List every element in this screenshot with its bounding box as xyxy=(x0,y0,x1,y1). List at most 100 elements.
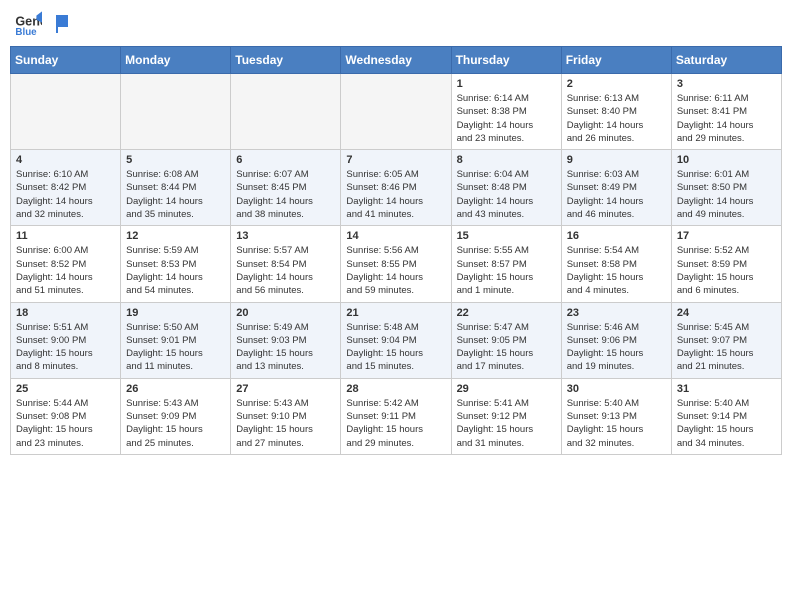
day-number: 9 xyxy=(567,154,666,166)
day-number: 28 xyxy=(346,383,445,395)
calendar-cell: 31 Sunrise: 5:40 AM Sunset: 9:14 PM Dayli… xyxy=(671,378,781,454)
day-info: Sunrise: 5:43 AM Sunset: 9:09 PM Dayligh… xyxy=(126,397,225,450)
weekday-header-tuesday: Tuesday xyxy=(231,47,341,74)
page-header: General Blue xyxy=(10,10,782,38)
day-info: Sunrise: 6:04 AM Sunset: 8:48 PM Dayligh… xyxy=(457,168,556,221)
day-info: Sunrise: 6:10 AM Sunset: 8:42 PM Dayligh… xyxy=(16,168,115,221)
day-info: Sunrise: 6:08 AM Sunset: 8:44 PM Dayligh… xyxy=(126,168,225,221)
day-number: 2 xyxy=(567,78,666,90)
calendar-cell xyxy=(11,74,121,150)
day-number: 27 xyxy=(236,383,335,395)
calendar-cell: 25 Sunrise: 5:44 AM Sunset: 9:08 PM Dayli… xyxy=(11,378,121,454)
weekday-header-sunday: Sunday xyxy=(11,47,121,74)
weekday-header-saturday: Saturday xyxy=(671,47,781,74)
day-info: Sunrise: 6:14 AM Sunset: 8:38 PM Dayligh… xyxy=(457,92,556,145)
day-info: Sunrise: 5:52 AM Sunset: 8:59 PM Dayligh… xyxy=(677,244,776,297)
day-number: 14 xyxy=(346,230,445,242)
day-number: 1 xyxy=(457,78,556,90)
day-info: Sunrise: 5:51 AM Sunset: 9:00 PM Dayligh… xyxy=(16,321,115,374)
svg-text:Blue: Blue xyxy=(15,27,37,38)
weekday-header-thursday: Thursday xyxy=(451,47,561,74)
calendar-cell: 10Sunrise: 6:01 AM Sunset: 8:50 PM Dayli… xyxy=(671,150,781,226)
day-info: Sunrise: 5:57 AM Sunset: 8:54 PM Dayligh… xyxy=(236,244,335,297)
calendar-cell: 8 Sunrise: 6:04 AM Sunset: 8:48 PM Daylig… xyxy=(451,150,561,226)
calendar-cell: 28 Sunrise: 5:42 AM Sunset: 9:11 PM Dayli… xyxy=(341,378,451,454)
calendar-week-row: 1 Sunrise: 6:14 AM Sunset: 8:38 PM Daylig… xyxy=(11,74,782,150)
day-number: 17 xyxy=(677,230,776,242)
day-info: Sunrise: 5:48 AM Sunset: 9:04 PM Dayligh… xyxy=(346,321,445,374)
day-info: Sunrise: 5:46 AM Sunset: 9:06 PM Dayligh… xyxy=(567,321,666,374)
day-number: 29 xyxy=(457,383,556,395)
calendar-cell: 17 Sunrise: 5:52 AM Sunset: 8:59 PM Dayli… xyxy=(671,226,781,302)
calendar-cell xyxy=(121,74,231,150)
day-number: 11 xyxy=(16,230,115,242)
calendar-week-row: 25 Sunrise: 5:44 AM Sunset: 9:08 PM Dayli… xyxy=(11,378,782,454)
day-number: 15 xyxy=(457,230,556,242)
day-number: 30 xyxy=(567,383,666,395)
day-info: Sunrise: 5:44 AM Sunset: 9:08 PM Dayligh… xyxy=(16,397,115,450)
day-number: 3 xyxy=(677,78,776,90)
calendar-cell: 12 Sunrise: 5:59 AM Sunset: 8:53 PM Dayli… xyxy=(121,226,231,302)
day-number: 12 xyxy=(126,230,225,242)
calendar-cell: 6 Sunrise: 6:07 AM Sunset: 8:45 PM Daylig… xyxy=(231,150,341,226)
calendar-week-row: 11 Sunrise: 6:00 AM Sunset: 8:52 PM Dayli… xyxy=(11,226,782,302)
day-info: Sunrise: 5:59 AM Sunset: 8:53 PM Dayligh… xyxy=(126,244,225,297)
calendar-week-row: 4 Sunrise: 6:10 AM Sunset: 8:42 PM Daylig… xyxy=(11,150,782,226)
day-number: 20 xyxy=(236,307,335,319)
day-number: 31 xyxy=(677,383,776,395)
logo: General Blue xyxy=(14,10,68,38)
calendar-cell: 20 Sunrise: 5:49 AM Sunset: 9:03 PM Dayli… xyxy=(231,302,341,378)
day-info: Sunrise: 5:56 AM Sunset: 8:55 PM Dayligh… xyxy=(346,244,445,297)
day-number: 8 xyxy=(457,154,556,166)
calendar-cell: 4 Sunrise: 6:10 AM Sunset: 8:42 PM Daylig… xyxy=(11,150,121,226)
weekday-header-monday: Monday xyxy=(121,47,231,74)
day-number: 6 xyxy=(236,154,335,166)
calendar-cell: 11 Sunrise: 6:00 AM Sunset: 8:52 PM Dayli… xyxy=(11,226,121,302)
day-info: Sunrise: 5:49 AM Sunset: 9:03 PM Dayligh… xyxy=(236,321,335,374)
calendar-table: SundayMondayTuesdayWednesdayThursdayFrid… xyxy=(10,46,782,455)
day-number: 23 xyxy=(567,307,666,319)
day-number: 7 xyxy=(346,154,445,166)
calendar-week-row: 18 Sunrise: 5:51 AM Sunset: 9:00 PM Dayli… xyxy=(11,302,782,378)
calendar-cell xyxy=(231,74,341,150)
day-info: Sunrise: 6:07 AM Sunset: 8:45 PM Dayligh… xyxy=(236,168,335,221)
day-number: 4 xyxy=(16,154,115,166)
day-info: Sunrise: 6:01 AM Sunset: 8:50 PM Dayligh… xyxy=(677,168,776,221)
calendar-cell: 13 Sunrise: 5:57 AM Sunset: 8:54 PM Dayli… xyxy=(231,226,341,302)
day-number: 16 xyxy=(567,230,666,242)
day-number: 21 xyxy=(346,307,445,319)
logo-flag-icon xyxy=(46,13,68,35)
calendar-cell: 9Sunrise: 6:03 AM Sunset: 8:49 PM Daylig… xyxy=(561,150,671,226)
day-number: 13 xyxy=(236,230,335,242)
day-number: 26 xyxy=(126,383,225,395)
day-number: 19 xyxy=(126,307,225,319)
logo-icon: General Blue xyxy=(14,10,42,38)
calendar-cell: 26 Sunrise: 5:43 AM Sunset: 9:09 PM Dayli… xyxy=(121,378,231,454)
calendar-cell: 21 Sunrise: 5:48 AM Sunset: 9:04 PM Dayli… xyxy=(341,302,451,378)
day-number: 24 xyxy=(677,307,776,319)
weekday-header-row: SundayMondayTuesdayWednesdayThursdayFrid… xyxy=(11,47,782,74)
day-info: Sunrise: 5:55 AM Sunset: 8:57 PM Dayligh… xyxy=(457,244,556,297)
calendar-cell: 30 Sunrise: 5:40 AM Sunset: 9:13 PM Dayli… xyxy=(561,378,671,454)
calendar-cell: 29 Sunrise: 5:41 AM Sunset: 9:12 PM Dayli… xyxy=(451,378,561,454)
day-info: Sunrise: 5:40 AM Sunset: 9:13 PM Dayligh… xyxy=(567,397,666,450)
calendar-cell: 27 Sunrise: 5:43 AM Sunset: 9:10 PM Dayli… xyxy=(231,378,341,454)
weekday-header-wednesday: Wednesday xyxy=(341,47,451,74)
calendar-cell: 2Sunrise: 6:13 AM Sunset: 8:40 PM Daylig… xyxy=(561,74,671,150)
calendar-cell: 18 Sunrise: 5:51 AM Sunset: 9:00 PM Dayli… xyxy=(11,302,121,378)
day-info: Sunrise: 6:05 AM Sunset: 8:46 PM Dayligh… xyxy=(346,168,445,221)
day-info: Sunrise: 5:40 AM Sunset: 9:14 PM Dayligh… xyxy=(677,397,776,450)
day-info: Sunrise: 5:41 AM Sunset: 9:12 PM Dayligh… xyxy=(457,397,556,450)
day-number: 5 xyxy=(126,154,225,166)
day-info: Sunrise: 5:42 AM Sunset: 9:11 PM Dayligh… xyxy=(346,397,445,450)
calendar-cell: 3Sunrise: 6:11 AM Sunset: 8:41 PM Daylig… xyxy=(671,74,781,150)
day-info: Sunrise: 5:43 AM Sunset: 9:10 PM Dayligh… xyxy=(236,397,335,450)
calendar-cell: 16Sunrise: 5:54 AM Sunset: 8:58 PM Dayli… xyxy=(561,226,671,302)
day-info: Sunrise: 6:00 AM Sunset: 8:52 PM Dayligh… xyxy=(16,244,115,297)
day-number: 25 xyxy=(16,383,115,395)
calendar-cell: 24 Sunrise: 5:45 AM Sunset: 9:07 PM Dayli… xyxy=(671,302,781,378)
day-number: 18 xyxy=(16,307,115,319)
calendar-cell: 7 Sunrise: 6:05 AM Sunset: 8:46 PM Daylig… xyxy=(341,150,451,226)
day-number: 22 xyxy=(457,307,556,319)
day-info: Sunrise: 5:45 AM Sunset: 9:07 PM Dayligh… xyxy=(677,321,776,374)
